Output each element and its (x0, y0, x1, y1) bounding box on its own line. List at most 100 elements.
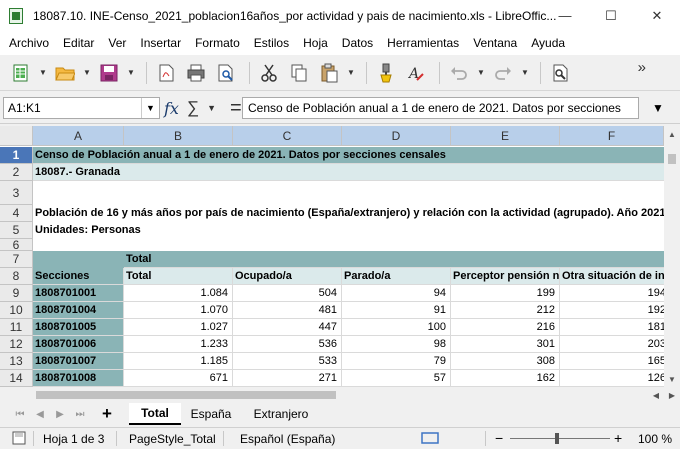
open-dropdown-arrow-icon[interactable]: ▼ (82, 60, 92, 86)
row-header-4[interactable]: 4 (0, 205, 33, 222)
formula-input[interactable]: Censo de Población anual a 1 de enero de… (242, 97, 639, 119)
cell-ocupado[interactable]: 271 (233, 370, 342, 387)
last-sheet-icon[interactable]: ⏭ (72, 406, 88, 422)
cell-otra[interactable]: 194 (560, 285, 664, 302)
cell-d8[interactable]: Parado/a (342, 268, 451, 285)
save-dropdown-arrow-icon[interactable]: ▼ (126, 60, 136, 86)
sum-icon[interactable]: ∑ (187, 98, 199, 118)
zoom-slider-handle[interactable] (555, 433, 559, 444)
document-modified-icon[interactable] (12, 431, 26, 448)
cell-ocupado[interactable]: 504 (233, 285, 342, 302)
redo-dropdown-arrow-icon[interactable]: ▼ (520, 60, 530, 86)
cell-ocupado[interactable]: 481 (233, 302, 342, 319)
scroll-right-icon[interactable]: ▶ (664, 387, 680, 403)
horizontal-scrollbar[interactable]: ◀ ▶ (0, 387, 680, 403)
cell-pension[interactable]: 162 (451, 370, 560, 387)
row-header-13[interactable]: 13 (0, 353, 33, 370)
new-dropdown-arrow-icon[interactable]: ▼ (38, 60, 48, 86)
redo-icon[interactable] (490, 60, 516, 86)
cell-pension[interactable]: 308 (451, 353, 560, 370)
sum-dropdown-icon[interactable]: ▼ (207, 103, 216, 113)
cell-a1[interactable]: Censo de Población anual a 1 de enero de… (33, 147, 664, 164)
zoom-slider[interactable] (510, 438, 610, 439)
vertical-scroll-thumb[interactable] (668, 154, 676, 164)
expand-formula-icon[interactable]: ▼ (652, 101, 664, 115)
clone-formatting-icon[interactable] (373, 60, 399, 86)
cell-seccion[interactable]: 1808701006 (33, 336, 124, 353)
cell-total[interactable]: 1.185 (124, 353, 233, 370)
cell-ocupado[interactable]: 536 (233, 336, 342, 353)
select-all-corner[interactable] (0, 126, 33, 146)
row-header-6[interactable]: 6 (0, 238, 33, 252)
print-icon[interactable] (183, 60, 209, 86)
cell-seccion[interactable]: 1808701004 (33, 302, 124, 319)
column-header-a[interactable]: A (33, 126, 124, 146)
paste-icon[interactable] (316, 60, 342, 86)
row-header-7[interactable]: 7 (0, 251, 33, 268)
close-button[interactable]: ✕ (634, 0, 680, 31)
clear-formatting-icon[interactable]: A (403, 60, 429, 86)
cell-e8[interactable]: Perceptor pensión no contributiva (451, 268, 560, 285)
column-header-f[interactable]: F (560, 126, 664, 146)
zoom-out-icon[interactable]: − (495, 430, 503, 446)
tab-total[interactable]: Total (129, 403, 181, 425)
cell-b7[interactable]: Total (124, 251, 664, 268)
cell-total[interactable]: 1.084 (124, 285, 233, 302)
row-header-2[interactable]: 2 (0, 164, 33, 181)
cell-total[interactable]: 1.027 (124, 319, 233, 336)
horizontal-scroll-thumb[interactable] (36, 391, 336, 399)
cell-total[interactable]: 671 (124, 370, 233, 387)
cell-seccion[interactable]: 1808701001 (33, 285, 124, 302)
row-header-1[interactable]: 1 (0, 147, 33, 164)
cell-total[interactable]: 1.233 (124, 336, 233, 353)
paste-dropdown-arrow-icon[interactable]: ▼ (346, 60, 356, 86)
open-folder-icon[interactable] (52, 60, 78, 86)
cell-c8[interactable]: Ocupado/a (233, 268, 342, 285)
cell-otra[interactable]: 181 (560, 319, 664, 336)
menu-estilos[interactable]: Estilos (247, 36, 296, 50)
undo-dropdown-arrow-icon[interactable]: ▼ (476, 60, 486, 86)
row-header-10[interactable]: 10 (0, 302, 33, 319)
cell-ocupado[interactable]: 533 (233, 353, 342, 370)
selection-mode-icon[interactable] (421, 432, 439, 447)
sheet-position[interactable]: Hoja 1 de 3 (43, 432, 104, 446)
cell-parado[interactable]: 57 (342, 370, 451, 387)
find-replace-icon[interactable] (547, 60, 573, 86)
menu-archivo[interactable]: Archivo (0, 36, 56, 50)
cell-otra[interactable]: 126 (560, 370, 664, 387)
cut-icon[interactable] (256, 60, 282, 86)
cell-total[interactable]: 1.070 (124, 302, 233, 319)
row-header-11[interactable]: 11 (0, 319, 33, 336)
scroll-left-icon[interactable]: ◀ (648, 387, 664, 403)
column-header-c[interactable]: C (233, 126, 342, 146)
cell-a8[interactable]: Secciones (33, 268, 124, 285)
cell-seccion[interactable]: 1808701008 (33, 370, 124, 387)
zoom-level[interactable]: 100 % (638, 432, 672, 446)
previous-sheet-icon[interactable]: ◀ (32, 406, 48, 422)
row-header-9[interactable]: 9 (0, 285, 33, 302)
next-sheet-icon[interactable]: ▶ (52, 406, 68, 422)
cell-pension[interactable]: 199 (451, 285, 560, 302)
cell-otra[interactable]: 165 (560, 353, 664, 370)
maximize-button[interactable]: ☐ (588, 0, 634, 31)
add-sheet-icon[interactable]: + (102, 404, 112, 424)
function-wizard-icon[interactable]: fx (164, 99, 179, 118)
cell-parado[interactable]: 98 (342, 336, 451, 353)
name-box[interactable]: A1:K1 ▼ (3, 97, 160, 119)
cell-b8[interactable]: Total (124, 268, 233, 285)
menu-insertar[interactable]: Insertar (133, 36, 188, 50)
column-header-e[interactable]: E (451, 126, 560, 146)
save-icon[interactable] (96, 60, 122, 86)
cell-ocupado[interactable]: 447 (233, 319, 342, 336)
cell-pension[interactable]: 301 (451, 336, 560, 353)
cell-seccion[interactable]: 1808701005 (33, 319, 124, 336)
cell-a2[interactable]: 18087.- Granada (33, 164, 664, 181)
cell-otra[interactable]: 192 (560, 302, 664, 319)
export-pdf-icon[interactable] (153, 60, 179, 86)
column-header-b[interactable]: B (124, 126, 233, 146)
cell-pension[interactable]: 212 (451, 302, 560, 319)
scroll-up-icon[interactable]: ▲ (664, 126, 680, 142)
cell-parado[interactable]: 94 (342, 285, 451, 302)
print-preview-icon[interactable] (213, 60, 239, 86)
row-header-14[interactable]: 14 (0, 370, 33, 387)
